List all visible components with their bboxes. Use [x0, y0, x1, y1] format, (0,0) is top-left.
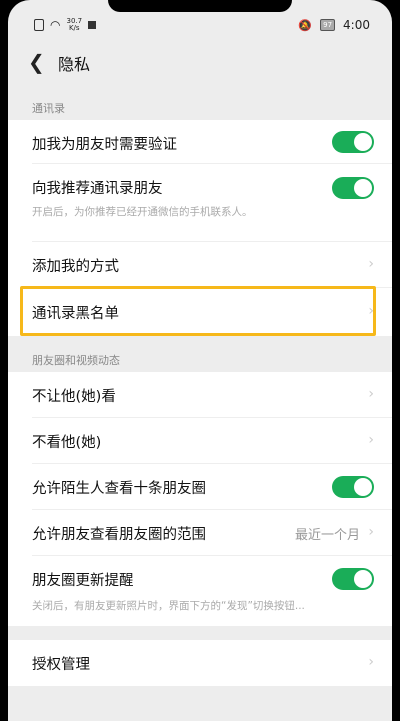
row-range-value: 最近一个月	[294, 528, 360, 543]
section-moments-label: 朋友圈和视频动态	[32, 354, 120, 367]
row-auth[interactable]: 授权管理 ›	[8, 640, 392, 686]
row-range[interactable]: 允许朋友查看朋友圈的范围 最近一个月 ›	[8, 510, 392, 556]
row-recommend[interactable]: 向我推荐通讯录朋友 开启后，为你推荐已经开通微信的手机联系人。	[8, 164, 392, 242]
camera-notch	[108, 0, 292, 12]
status-bar: ◠ 30.7 K/s 🔕 97 4:00	[8, 14, 392, 38]
chevron-right-icon: ›	[368, 432, 374, 448]
row-update-remind-desc: 关闭后，有朋友更新照片时，界面下方的“发现”切换按钮...	[32, 600, 305, 612]
chevron-right-icon: ›	[368, 303, 374, 319]
notification-icon	[88, 21, 97, 29]
page-title: 隐私	[58, 55, 91, 74]
recommend-toggle[interactable]	[332, 177, 374, 199]
row-add-methods-label: 添加我的方式	[32, 259, 119, 275]
row-blacklist-label: 通讯录黑名单	[32, 306, 119, 322]
verify-toggle[interactable]	[332, 131, 374, 153]
network-speed: 30.7 K/s	[66, 18, 82, 32]
row-dont-see-label: 不看他(她)	[32, 435, 102, 451]
mute-bell-icon: 🔕	[298, 18, 313, 32]
row-recommend-desc: 开启后，为你推荐已经开通微信的手机联系人。	[32, 206, 253, 218]
row-update-remind[interactable]: 朋友圈更新提醒 关闭后，有朋友更新照片时，界面下方的“发现”切换按钮...	[8, 556, 392, 626]
row-auth-label: 授权管理	[32, 657, 90, 673]
row-verify[interactable]: 加我为朋友时需要验证	[8, 120, 392, 164]
row-stranger-ten[interactable]: 允许陌生人查看十条朋友圈	[8, 464, 392, 510]
update-remind-toggle[interactable]	[332, 568, 374, 590]
title-bar: ❮ 隐私	[8, 42, 392, 82]
row-stranger-ten-label: 允许陌生人查看十条朋友圈	[32, 481, 206, 497]
row-range-label: 允许朋友查看朋友圈的范围	[32, 527, 206, 543]
row-hide-from[interactable]: 不让他(她)看 ›	[8, 372, 392, 418]
sim-icon	[34, 19, 44, 31]
chevron-right-icon: ›	[368, 256, 374, 272]
status-time: 4:00	[343, 18, 370, 32]
contacts-group: 加我为朋友时需要验证 向我推荐通讯录朋友 开启后，为你推荐已经开通微信的手机联系…	[8, 120, 392, 336]
wifi-icon: ◠	[50, 18, 61, 32]
phone-screen: ◠ 30.7 K/s 🔕 97 4:00 ❮ 隐私 通讯录 加我为朋友时需要验证…	[8, 0, 392, 721]
row-verify-label: 加我为朋友时需要验证	[32, 137, 177, 153]
row-recommend-label: 向我推荐通讯录朋友	[32, 181, 163, 197]
back-arrow-icon[interactable]: ❮	[28, 50, 45, 74]
row-update-remind-label: 朋友圈更新提醒	[32, 573, 134, 589]
chevron-right-icon: ›	[368, 654, 374, 670]
row-dont-see[interactable]: 不看他(她) ›	[8, 418, 392, 464]
stranger-ten-toggle[interactable]	[332, 476, 374, 498]
row-blacklist[interactable]: 通讯录黑名单 ›	[8, 288, 392, 336]
row-hide-from-label: 不让他(她)看	[32, 389, 116, 405]
section-contacts-label: 通讯录	[32, 102, 65, 115]
moments-group: 不让他(她)看 › 不看他(她) › 允许陌生人查看十条朋友圈 允许朋友查看朋友…	[8, 372, 392, 626]
chevron-right-icon: ›	[368, 524, 374, 540]
row-add-methods[interactable]: 添加我的方式 ›	[8, 242, 392, 288]
net-speed-unit: K/s	[68, 24, 80, 32]
chevron-right-icon: ›	[368, 386, 374, 402]
auth-group: 授权管理 ›	[8, 640, 392, 686]
battery-icon: 97	[320, 19, 336, 31]
